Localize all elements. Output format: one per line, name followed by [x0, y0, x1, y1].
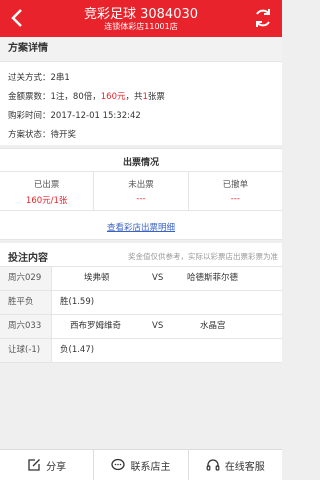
bet-pick: 负(1.47) — [60, 345, 95, 355]
amount-prefix: 1注，80倍， — [50, 92, 101, 102]
time-value: 2017-12-01 15:32:42 — [50, 111, 141, 121]
bet-content-title: 投注内容 — [8, 253, 48, 264]
vs-label: VS — [152, 321, 164, 331]
share-icon — [28, 459, 41, 471]
bet-pick: 胜(1.59) — [60, 297, 95, 307]
bottom-toolbar: 分享 联系店主 在线客服 — [0, 449, 282, 480]
headset-icon — [206, 459, 220, 471]
purchase-time-row: 购彩时间：2017-12-01 15:32:42 — [8, 109, 141, 121]
time-label: 购彩时间： — [8, 111, 51, 121]
ticket-status-table: 已出票 160元/1张 未出票 --- 已撤单 --- — [0, 171, 282, 211]
ticket-status-panel: 出票情况 已出票 160元/1张 未出票 --- 已撤单 --- 查看彩店出票明… — [0, 148, 282, 240]
home-team: 西布罗姆维奇 — [70, 321, 122, 331]
ticket-detail-link[interactable]: 查看彩店出票明细 — [0, 221, 282, 233]
cancelled-value: --- — [230, 194, 240, 204]
contact-owner-button[interactable]: 联系店主 — [94, 450, 189, 480]
details-section-title: 方案详情 — [0, 37, 282, 61]
contact-owner-label: 联系店主 — [130, 461, 171, 473]
amount-mid: ，共 — [125, 92, 143, 102]
header-bar: 竞彩足球 3084030 连锁体彩店11001店 — [0, 0, 282, 37]
online-service-button[interactable]: 在线客服 — [189, 450, 282, 480]
pass-type-row: 过关方式：2串1 — [8, 71, 70, 83]
bet-content-header: 投注内容 奖金值仅供参考，实际以彩票店出票彩票为准 — [0, 243, 282, 267]
store-name: 连锁体彩店11001店 — [104, 22, 178, 31]
ticket-status-title: 出票情况 — [122, 158, 159, 168]
issued-value: 160元/1张 — [25, 196, 68, 206]
share-label: 分享 — [46, 461, 67, 473]
plan-details: 过关方式：2串1 金额票数：1注，80倍，160元，共1张票 购彩时间：2017… — [0, 61, 282, 145]
pending-label: 未出票 — [128, 180, 154, 190]
pending-cell: 未出票 --- — [94, 172, 189, 210]
pending-value: --- — [136, 194, 146, 204]
pass-type-label: 过关方式： — [8, 73, 51, 83]
odds-disclaimer: 奖金值仅供参考，实际以彩票店出票彩票为准 — [128, 252, 278, 261]
status-row: 方案状态：待开奖 — [8, 128, 76, 140]
pass-type-value: 2串1 — [50, 73, 70, 83]
bet-pick-row: 胜平负 胜(1.59) — [0, 291, 282, 315]
refresh-icon[interactable] — [252, 6, 274, 30]
bet-type: 胜平负 — [0, 291, 52, 314]
amount-money: 160元 — [100, 92, 126, 102]
online-service-label: 在线客服 — [224, 461, 265, 473]
cancelled-cell: 已撤单 --- — [189, 172, 282, 210]
amount-row: 金额票数：1注，80倍，160元，共1张票 — [8, 90, 165, 102]
issued-cell: 已出票 160元/1张 — [0, 172, 95, 210]
amount-label: 金额票数： — [8, 92, 51, 102]
share-button[interactable]: 分享 — [0, 450, 95, 480]
away-team: 哈德斯菲尔德 — [187, 273, 239, 283]
bet-pick-row: 让球(-1) 负(1.47) — [0, 339, 282, 363]
match-number: 周六029 — [0, 267, 52, 290]
cancelled-label: 已撤单 — [222, 180, 249, 190]
match-number: 周六033 — [0, 315, 52, 338]
home-team: 埃弗顿 — [84, 273, 110, 283]
bet-content-section: 投注内容 奖金值仅供参考，实际以彩票店出票彩票为准 周六029 埃弗顿 VS 哈… — [0, 243, 282, 449]
match-row: 周六033 西布罗姆维奇 VS 水晶宫 — [0, 315, 282, 339]
issued-label: 已出票 — [33, 180, 60, 190]
status-value: 待开奖 — [50, 130, 77, 140]
bet-type: 让球(-1) — [0, 339, 52, 362]
match-row: 周六029 埃弗顿 VS 哈德斯菲尔德 — [0, 267, 282, 291]
chat-bubble-icon — [111, 458, 126, 471]
away-team: 水晶宫 — [200, 321, 226, 331]
amount-suffix: 张票 — [147, 92, 165, 102]
vs-label: VS — [152, 273, 164, 283]
status-label: 方案状态： — [8, 130, 51, 140]
page-title: 竞彩足球 3084030 — [83, 7, 199, 22]
